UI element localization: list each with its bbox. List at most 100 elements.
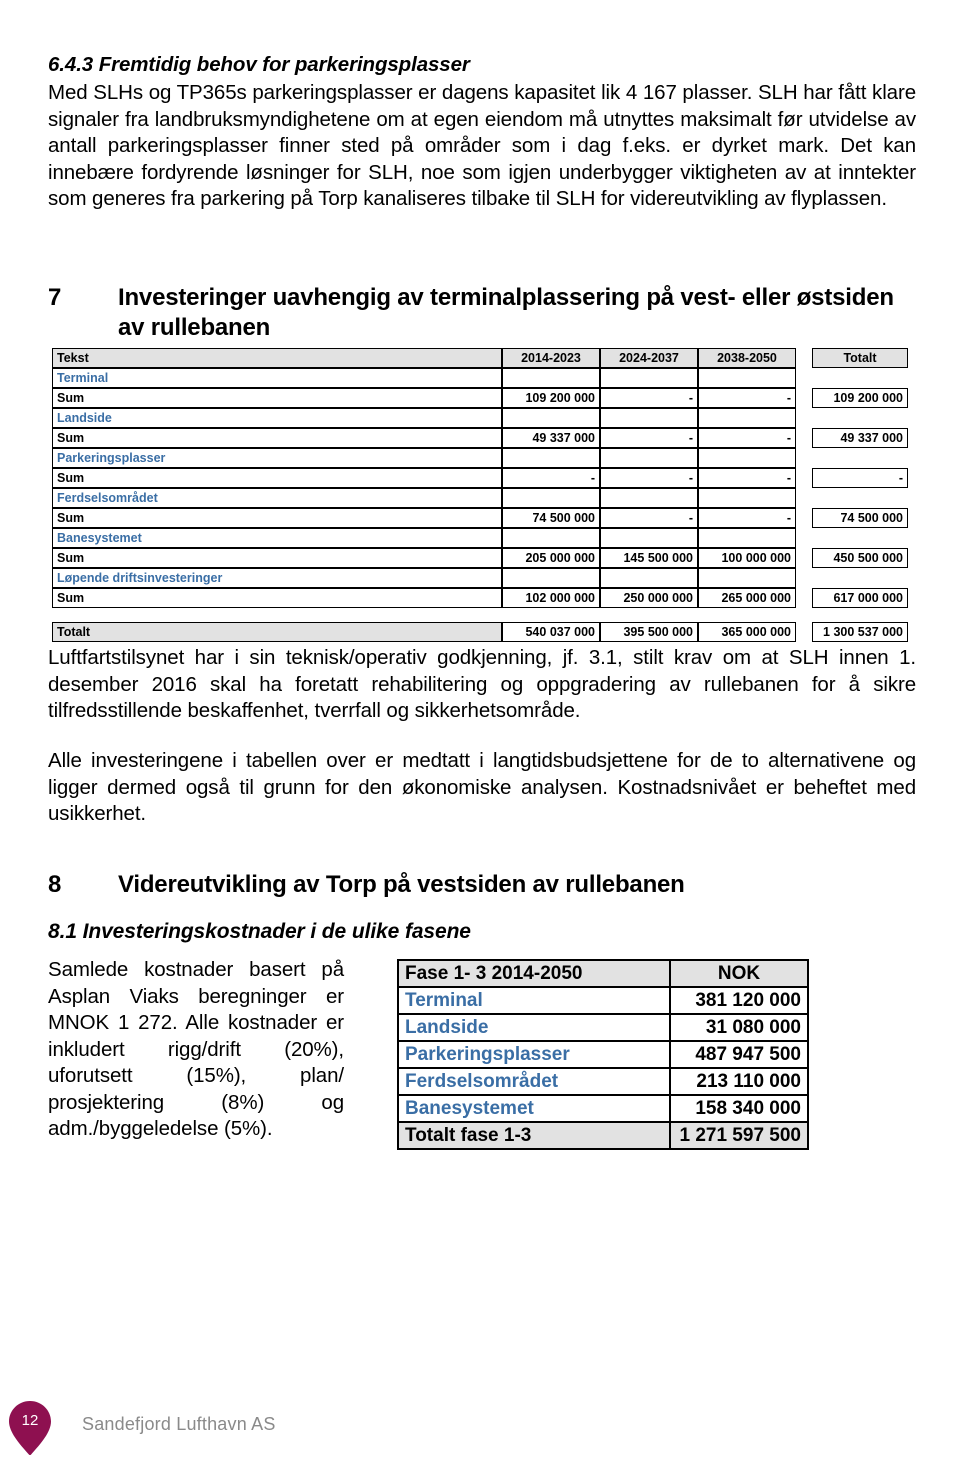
sum-value: - bbox=[698, 468, 796, 488]
category-empty-cell bbox=[600, 568, 698, 588]
sum-value: 250 000 000 bbox=[600, 588, 698, 608]
category-empty-cell bbox=[600, 488, 698, 508]
total-value: 540 037 000 bbox=[502, 622, 600, 642]
header-cell-period-3: 2038-2050 bbox=[698, 348, 796, 368]
sum-label: Sum bbox=[52, 428, 502, 448]
table-row: Terminal bbox=[52, 368, 908, 388]
table-row: Ferdselsområdet 213 110 000 bbox=[397, 1067, 809, 1096]
column-gap bbox=[796, 448, 812, 468]
table-row: Sum 74 500 000- -74 500 000 bbox=[52, 508, 908, 528]
table-row: Løpende driftsinvesteringer bbox=[52, 568, 908, 588]
category-label: Ferdselsområdet bbox=[52, 488, 502, 508]
phases-table: Fase 1- 3 2014-2050 NOK Terminal 381 120 … bbox=[397, 959, 809, 1150]
phase-value: 381 120 000 bbox=[669, 986, 809, 1015]
spacer-cell bbox=[812, 608, 908, 622]
phase-label: Parkeringsplasser bbox=[397, 1040, 671, 1069]
section-7-title: Investeringer uavhengig av terminalplass… bbox=[118, 284, 894, 341]
category-empty-cell bbox=[502, 368, 600, 388]
page-number: 12 bbox=[21, 1412, 39, 1429]
sum-value: 74 500 000 bbox=[502, 508, 600, 528]
footer-organisation: Sandefjord Lufthavn AS bbox=[82, 1414, 276, 1434]
section-7-paragraph-2: Alle investeringene i tabellen over er m… bbox=[48, 749, 916, 825]
category-empty-cell bbox=[502, 448, 600, 468]
sum-label: Sum bbox=[52, 388, 502, 408]
category-empty-cell bbox=[698, 408, 796, 428]
phase-value: 487 947 500 bbox=[669, 1040, 809, 1069]
column-gap bbox=[796, 408, 812, 428]
category-empty-cell bbox=[502, 528, 600, 548]
header-cell-tekst: Tekst bbox=[52, 348, 502, 368]
sum-value: - bbox=[600, 388, 698, 408]
sum-value: - bbox=[698, 508, 796, 528]
category-label: Løpende driftsinvesteringer bbox=[52, 568, 502, 588]
section-8-1-heading-wrap: 8.1 Investeringskostnader i de ulike fas… bbox=[48, 918, 916, 945]
category-empty-cell bbox=[502, 488, 600, 508]
table-row: Parkeringsplasser 487 947 500 bbox=[397, 1040, 809, 1069]
phases-total-row: Totalt fase 1-3 1 271 597 500 bbox=[397, 1121, 809, 1150]
category-empty-cell bbox=[600, 408, 698, 428]
phases-header-unit: NOK bbox=[669, 959, 809, 988]
table-row: Sum 109 200 000- -109 200 000 bbox=[52, 388, 908, 408]
section-7-paragraph-1: Luftfartstilsynet har i sin teknisk/oper… bbox=[48, 646, 916, 722]
section-8-1-heading: 8.1 Investeringskostnader i de ulike fas… bbox=[48, 920, 471, 943]
section-6-4-3-heading: 6.4.3 Fremtidig behov for parkeringsplas… bbox=[48, 53, 470, 76]
category-empty-cell bbox=[502, 408, 600, 428]
category-empty-cell bbox=[698, 368, 796, 388]
sum-label: Sum bbox=[52, 508, 502, 528]
category-empty-cell bbox=[600, 448, 698, 468]
column-gap bbox=[796, 528, 812, 548]
category-empty-cell bbox=[698, 528, 796, 548]
sum-total-value: 74 500 000 bbox=[812, 508, 908, 528]
phases-total-label: Totalt fase 1-3 bbox=[397, 1121, 671, 1150]
column-gap bbox=[796, 388, 812, 408]
category-label: Parkeringsplasser bbox=[52, 448, 502, 468]
column-gap bbox=[796, 508, 812, 528]
total-value: 395 500 000 bbox=[600, 622, 698, 642]
sum-value: 109 200 000 bbox=[502, 388, 600, 408]
sum-label: Sum bbox=[52, 588, 502, 608]
spacer-cell bbox=[52, 608, 502, 622]
category-total-spacer bbox=[812, 488, 908, 508]
section-7-paragraph-2-wrap: Alle investeringene i tabellen over er m… bbox=[48, 748, 916, 828]
sum-total-value: 49 337 000 bbox=[812, 428, 908, 448]
category-empty-cell bbox=[600, 368, 698, 388]
column-gap bbox=[796, 568, 812, 588]
section-6-4-3: 6.4.3 Fremtidig behov for parkeringsplas… bbox=[48, 52, 916, 213]
table-row: Sum - - - - bbox=[52, 468, 908, 488]
section-7-heading: 7 Investeringer uavhengig av terminalpla… bbox=[48, 283, 916, 343]
column-gap bbox=[796, 468, 812, 488]
category-label: Terminal bbox=[52, 368, 502, 388]
category-empty-cell bbox=[698, 568, 796, 588]
section-8-heading: 8 Videreutvikling av Torp på vestsiden a… bbox=[48, 870, 916, 900]
sum-label: Sum bbox=[52, 468, 502, 488]
table-row: Landside bbox=[52, 408, 908, 428]
phase-value: 31 080 000 bbox=[669, 1013, 809, 1042]
sum-value: 205 000 000 bbox=[502, 548, 600, 568]
category-empty-cell bbox=[502, 568, 600, 588]
section-8-1-body: Samlede kostnader basert på Asplan Viaks… bbox=[48, 958, 344, 1140]
phase-value: 213 110 000 bbox=[669, 1067, 809, 1096]
total-label: Totalt bbox=[52, 622, 502, 642]
sum-value: - bbox=[600, 428, 698, 448]
table-row: Sum 102 000 000 250 000 000 265 000 000 617 … bbox=[52, 588, 908, 608]
page-footer: 12 Sandefjord Lufthavn AS bbox=[0, 1396, 960, 1465]
sum-label: Sum bbox=[52, 548, 502, 568]
category-empty-cell bbox=[698, 488, 796, 508]
total-value: 365 000 000 bbox=[698, 622, 796, 642]
document-page: 6.4.3 Fremtidig behov for parkeringsplas… bbox=[0, 0, 960, 1465]
sum-value: 102 000 000 bbox=[502, 588, 600, 608]
header-cell-period-2: 2024-2037 bbox=[600, 348, 698, 368]
sum-value: - bbox=[698, 428, 796, 448]
sum-value: - bbox=[600, 508, 698, 528]
spacer-cell bbox=[698, 608, 796, 622]
grand-total-value: 1 300 537 000 bbox=[812, 622, 908, 642]
table-row: Banesystemet 158 340 000 bbox=[397, 1094, 809, 1123]
section-8-title: Videreutvikling av Torp på vestsiden av … bbox=[118, 871, 685, 898]
header-cell-period-1: 2014-2023 bbox=[502, 348, 600, 368]
sum-value: - bbox=[698, 388, 796, 408]
table-row: Parkeringsplasser bbox=[52, 448, 908, 468]
column-gap bbox=[796, 428, 812, 448]
phases-header-label: Fase 1- 3 2014-2050 bbox=[397, 959, 671, 988]
sum-value: 265 000 000 bbox=[698, 588, 796, 608]
table-row: Ferdselsområdet bbox=[52, 488, 908, 508]
